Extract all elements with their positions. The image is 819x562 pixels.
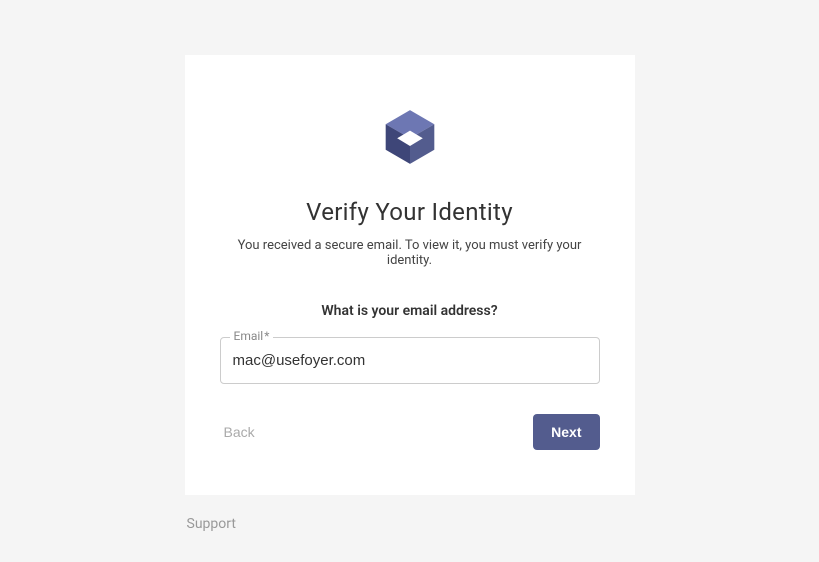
email-input[interactable] xyxy=(220,337,600,384)
back-button[interactable]: Back xyxy=(220,416,259,448)
support-link-wrapper: Support xyxy=(185,513,635,532)
email-field-wrapper: Email* xyxy=(220,337,600,384)
page-title: Verify Your Identity xyxy=(306,198,513,226)
button-row: Back Next xyxy=(220,414,600,450)
email-prompt: What is your email address? xyxy=(321,303,497,319)
support-link[interactable]: Support xyxy=(187,516,236,532)
next-button[interactable]: Next xyxy=(533,414,599,450)
email-label-text: Email xyxy=(234,329,264,343)
email-label: Email* xyxy=(230,329,274,343)
verify-card: Verify Your Identity You received a secu… xyxy=(185,55,635,495)
page-subtitle: You received a secure email. To view it,… xyxy=(220,238,600,268)
brand-logo-icon xyxy=(378,105,442,173)
required-mark: * xyxy=(264,329,269,343)
